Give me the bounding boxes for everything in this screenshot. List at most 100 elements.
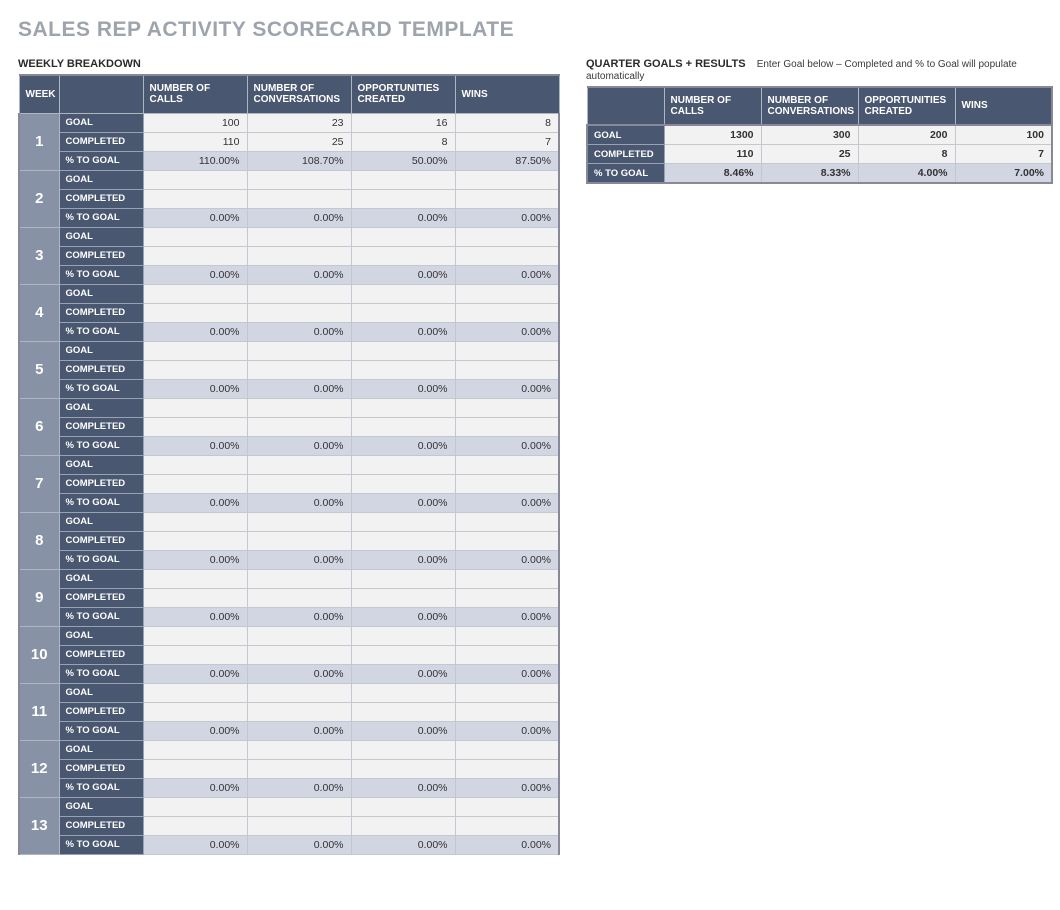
cell[interactable] xyxy=(143,341,247,360)
cell[interactable] xyxy=(143,360,247,379)
cell[interactable] xyxy=(351,569,455,588)
cell[interactable] xyxy=(143,588,247,607)
cell[interactable] xyxy=(455,455,559,474)
cell[interactable] xyxy=(351,512,455,531)
cell[interactable] xyxy=(455,531,559,550)
cell[interactable] xyxy=(351,189,455,208)
cell[interactable] xyxy=(247,341,351,360)
cell[interactable] xyxy=(351,531,455,550)
cell[interactable]: 25 xyxy=(247,132,351,151)
cell[interactable] xyxy=(351,398,455,417)
cell[interactable] xyxy=(143,797,247,816)
cell[interactable] xyxy=(143,284,247,303)
cell[interactable] xyxy=(351,474,455,493)
cell[interactable] xyxy=(455,303,559,322)
cell[interactable] xyxy=(247,569,351,588)
cell[interactable] xyxy=(247,227,351,246)
cell[interactable]: 110 xyxy=(143,132,247,151)
cell[interactable] xyxy=(455,246,559,265)
cell[interactable] xyxy=(143,645,247,664)
cell[interactable] xyxy=(351,227,455,246)
cell[interactable]: 100 xyxy=(955,125,1052,145)
cell[interactable] xyxy=(247,360,351,379)
cell[interactable] xyxy=(455,816,559,835)
cell[interactable]: 23 xyxy=(247,113,351,132)
cell[interactable] xyxy=(143,531,247,550)
cell[interactable] xyxy=(247,417,351,436)
cell[interactable] xyxy=(351,645,455,664)
cell[interactable] xyxy=(351,588,455,607)
cell[interactable] xyxy=(247,455,351,474)
cell[interactable] xyxy=(351,759,455,778)
cell[interactable] xyxy=(351,740,455,759)
cell[interactable] xyxy=(455,645,559,664)
cell[interactable] xyxy=(143,398,247,417)
cell[interactable] xyxy=(143,740,247,759)
cell[interactable] xyxy=(351,816,455,835)
cell[interactable] xyxy=(351,360,455,379)
cell[interactable] xyxy=(351,284,455,303)
cell[interactable]: 7 xyxy=(455,132,559,151)
cell[interactable] xyxy=(351,797,455,816)
cell[interactable] xyxy=(455,512,559,531)
cell[interactable] xyxy=(247,702,351,721)
cell[interactable]: 8 xyxy=(351,132,455,151)
cell[interactable] xyxy=(351,417,455,436)
cell[interactable]: 1300 xyxy=(664,125,761,145)
cell[interactable] xyxy=(247,816,351,835)
cell[interactable] xyxy=(455,398,559,417)
cell[interactable] xyxy=(351,702,455,721)
cell[interactable] xyxy=(455,189,559,208)
cell[interactable] xyxy=(247,303,351,322)
cell[interactable] xyxy=(247,626,351,645)
cell[interactable] xyxy=(143,702,247,721)
cell[interactable] xyxy=(247,531,351,550)
cell[interactable] xyxy=(247,645,351,664)
cell[interactable] xyxy=(351,455,455,474)
cell[interactable] xyxy=(455,417,559,436)
cell[interactable] xyxy=(455,170,559,189)
cell[interactable] xyxy=(455,740,559,759)
cell[interactable] xyxy=(455,474,559,493)
cell[interactable] xyxy=(143,227,247,246)
cell[interactable] xyxy=(351,626,455,645)
cell[interactable] xyxy=(455,360,559,379)
cell[interactable] xyxy=(143,474,247,493)
cell[interactable] xyxy=(455,588,559,607)
cell[interactable] xyxy=(247,797,351,816)
cell[interactable] xyxy=(143,683,247,702)
cell[interactable] xyxy=(143,189,247,208)
cell[interactable] xyxy=(143,303,247,322)
cell[interactable] xyxy=(247,740,351,759)
cell[interactable] xyxy=(455,227,559,246)
cell[interactable] xyxy=(247,170,351,189)
cell[interactable]: 300 xyxy=(761,125,858,145)
cell[interactable] xyxy=(143,417,247,436)
cell[interactable] xyxy=(143,759,247,778)
cell[interactable] xyxy=(143,170,247,189)
cell[interactable] xyxy=(351,683,455,702)
cell[interactable] xyxy=(351,303,455,322)
cell[interactable] xyxy=(455,626,559,645)
cell[interactable] xyxy=(143,455,247,474)
cell[interactable] xyxy=(143,512,247,531)
cell[interactable] xyxy=(247,683,351,702)
cell[interactable] xyxy=(247,759,351,778)
cell[interactable] xyxy=(143,246,247,265)
cell[interactable]: 8 xyxy=(455,113,559,132)
cell[interactable] xyxy=(247,284,351,303)
cell[interactable] xyxy=(247,189,351,208)
cell[interactable] xyxy=(351,170,455,189)
cell[interactable] xyxy=(247,474,351,493)
cell[interactable]: 16 xyxy=(351,113,455,132)
cell[interactable] xyxy=(351,246,455,265)
cell[interactable] xyxy=(143,816,247,835)
cell[interactable] xyxy=(455,341,559,360)
cell[interactable] xyxy=(247,246,351,265)
cell[interactable]: 200 xyxy=(858,125,955,145)
cell[interactable] xyxy=(143,569,247,588)
cell[interactable] xyxy=(455,702,559,721)
cell[interactable] xyxy=(455,759,559,778)
cell[interactable] xyxy=(455,284,559,303)
cell[interactable]: 100 xyxy=(143,113,247,132)
